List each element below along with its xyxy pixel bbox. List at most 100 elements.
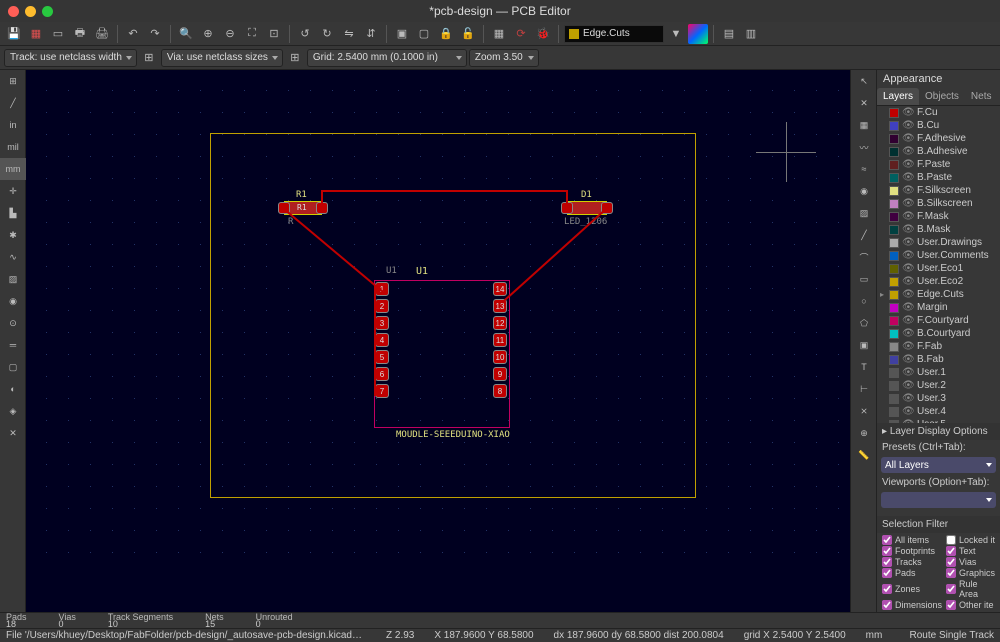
- visibility-icon[interactable]: 👁: [902, 159, 914, 170]
- pcb-canvas[interactable]: R1 R1 R D1 LED_1206 U1 U1 MOUDLE-SEEEDUI…: [26, 70, 850, 612]
- layer-swatch-icon[interactable]: [889, 212, 899, 222]
- layer-row-User.3[interactable]: 👁User.3: [877, 392, 1000, 405]
- lock-icon[interactable]: 🔒: [436, 24, 456, 44]
- maximize-window-button[interactable]: [42, 6, 53, 17]
- filter-vias[interactable]: Vias: [946, 557, 995, 567]
- visibility-icon[interactable]: 👁: [902, 250, 914, 261]
- axis-icon[interactable]: ╱: [0, 92, 26, 114]
- filter-dimensions[interactable]: Dimensions: [882, 600, 942, 610]
- checkbox-icon[interactable]: [946, 546, 956, 556]
- layer-swatch-icon[interactable]: [889, 147, 899, 157]
- image-icon[interactable]: ▣: [851, 334, 877, 356]
- drc-icon[interactable]: 🐞: [533, 24, 553, 44]
- board-setup-icon[interactable]: ▦: [26, 24, 46, 44]
- layer-row-B.Silkscreen[interactable]: 👁B.Silkscreen: [877, 197, 1000, 210]
- tracks-icon[interactable]: ═: [0, 334, 26, 356]
- viewports-dropdown[interactable]: [881, 492, 996, 508]
- visibility-icon[interactable]: 👁: [902, 237, 914, 248]
- filter-tracks[interactable]: Tracks: [882, 557, 942, 567]
- checkbox-icon[interactable]: [882, 600, 892, 610]
- layer-swatch-icon[interactable]: [889, 316, 899, 326]
- mirror-h-icon[interactable]: ⇋: [339, 24, 359, 44]
- visibility-icon[interactable]: 👁: [902, 146, 914, 157]
- zones-icon[interactable]: ▨: [0, 268, 26, 290]
- filter-all-items[interactable]: All items: [882, 535, 942, 545]
- grid-dropdown[interactable]: Grid: 2.5400 mm (0.1000 in): [307, 49, 467, 67]
- layer-row-User.Drawings[interactable]: 👁User.Drawings: [877, 236, 1000, 249]
- save-icon[interactable]: 💾: [4, 24, 24, 44]
- filter-zones[interactable]: Zones: [882, 579, 942, 599]
- filter-locked-it[interactable]: Locked it: [946, 535, 995, 545]
- filter-pads[interactable]: Pads: [882, 568, 942, 578]
- via-size-dropdown[interactable]: Via: use netclass sizes: [161, 49, 283, 67]
- zoom-dropdown[interactable]: Zoom 3.50: [469, 49, 539, 67]
- layer-display-options[interactable]: ▸ Layer Display Options: [877, 423, 1000, 440]
- checkbox-icon[interactable]: [946, 557, 956, 567]
- layer-swatch-icon[interactable]: [889, 225, 899, 235]
- visibility-icon[interactable]: 👁: [902, 276, 914, 287]
- mirror-v-icon[interactable]: ⇵: [361, 24, 381, 44]
- layer-row-User.Eco1[interactable]: 👁User.Eco1: [877, 262, 1000, 275]
- page-settings-icon[interactable]: ▭: [48, 24, 68, 44]
- tab-objects[interactable]: Objects: [919, 88, 965, 105]
- zoom-select-icon[interactable]: ⊡: [264, 24, 284, 44]
- checkbox-icon[interactable]: [946, 584, 956, 594]
- ungroup-icon[interactable]: ▢: [414, 24, 434, 44]
- layer-row-User.2[interactable]: 👁User.2: [877, 379, 1000, 392]
- layer-row-B.Courtyard[interactable]: 👁B.Courtyard: [877, 327, 1000, 340]
- via-icon[interactable]: ◉: [851, 180, 877, 202]
- redo-icon[interactable]: ↷: [145, 24, 165, 44]
- render-icon[interactable]: [688, 24, 708, 44]
- layer-swatch-icon[interactable]: [889, 329, 899, 339]
- visibility-icon[interactable]: 👁: [902, 380, 914, 391]
- visibility-icon[interactable]: 👁: [902, 367, 914, 378]
- layer-row-User.4[interactable]: 👁User.4: [877, 405, 1000, 418]
- arc-icon[interactable]: ⌒: [851, 246, 877, 268]
- diff-pair-icon[interactable]: ≈: [851, 158, 877, 180]
- filter-other-ite[interactable]: Other ite: [946, 600, 995, 610]
- units-in[interactable]: in: [0, 114, 26, 136]
- layer-swatch-icon[interactable]: [889, 186, 899, 196]
- layer-swatch-icon[interactable]: [889, 381, 899, 391]
- layer-swatch-icon[interactable]: [889, 342, 899, 352]
- layer-swatch-icon[interactable]: [889, 251, 899, 261]
- route-icon[interactable]: 〰: [851, 136, 877, 158]
- zoom-out-icon[interactable]: ⊖: [220, 24, 240, 44]
- checkbox-icon[interactable]: [882, 546, 892, 556]
- layer-swatch-icon[interactable]: [889, 277, 899, 287]
- layer-swatch-icon[interactable]: [889, 368, 899, 378]
- layer-row-F.Fab[interactable]: 👁F.Fab: [877, 340, 1000, 353]
- checkbox-icon[interactable]: [946, 568, 956, 578]
- visibility-icon[interactable]: 👁: [902, 263, 914, 274]
- layer-swatch-icon[interactable]: [889, 407, 899, 417]
- tab-layers[interactable]: Layers: [877, 88, 919, 105]
- layer-swatch-icon[interactable]: [889, 134, 899, 144]
- text-icon[interactable]: T: [851, 356, 877, 378]
- ratsnest-icon[interactable]: ✱: [0, 224, 26, 246]
- print-icon[interactable]: 🖶: [70, 24, 90, 44]
- layer-swatch-icon[interactable]: [889, 303, 899, 313]
- layer-dropdown[interactable]: Edge.Cuts: [564, 25, 664, 43]
- find-icon[interactable]: 🔍: [176, 24, 196, 44]
- layers-list[interactable]: 👁F.Cu👁B.Cu👁F.Adhesive👁B.Adhesive👁F.Paste…: [877, 106, 1000, 423]
- pads-icon[interactable]: ◉: [0, 290, 26, 312]
- layer-row-F.Paste[interactable]: 👁F.Paste: [877, 158, 1000, 171]
- update-pcb-icon[interactable]: ⟳: [511, 24, 531, 44]
- footprint-editor-icon[interactable]: ▦: [489, 24, 509, 44]
- filter-rule-area[interactable]: Rule Area: [946, 579, 995, 599]
- checkbox-icon[interactable]: [882, 568, 892, 578]
- contrast-icon[interactable]: ◐: [0, 378, 26, 400]
- layer-row-F.Mask[interactable]: 👁F.Mask: [877, 210, 1000, 223]
- layer-swatch-icon[interactable]: [889, 355, 899, 365]
- layer-swatch-icon[interactable]: [889, 108, 899, 118]
- layer-row-B.Mask[interactable]: 👁B.Mask: [877, 223, 1000, 236]
- settings-icon[interactable]: ✕: [0, 422, 26, 444]
- plot-icon[interactable]: 🖨: [92, 24, 112, 44]
- grid-icon[interactable]: ⊞: [0, 70, 26, 92]
- units-mil[interactable]: mil: [0, 136, 26, 158]
- layer-row-F.Silkscreen[interactable]: 👁F.Silkscreen: [877, 184, 1000, 197]
- layers-icon[interactable]: ◈: [0, 400, 26, 422]
- checkbox-icon[interactable]: [882, 557, 892, 567]
- line-icon[interactable]: ╱: [851, 224, 877, 246]
- visibility-icon[interactable]: 👁: [902, 211, 914, 222]
